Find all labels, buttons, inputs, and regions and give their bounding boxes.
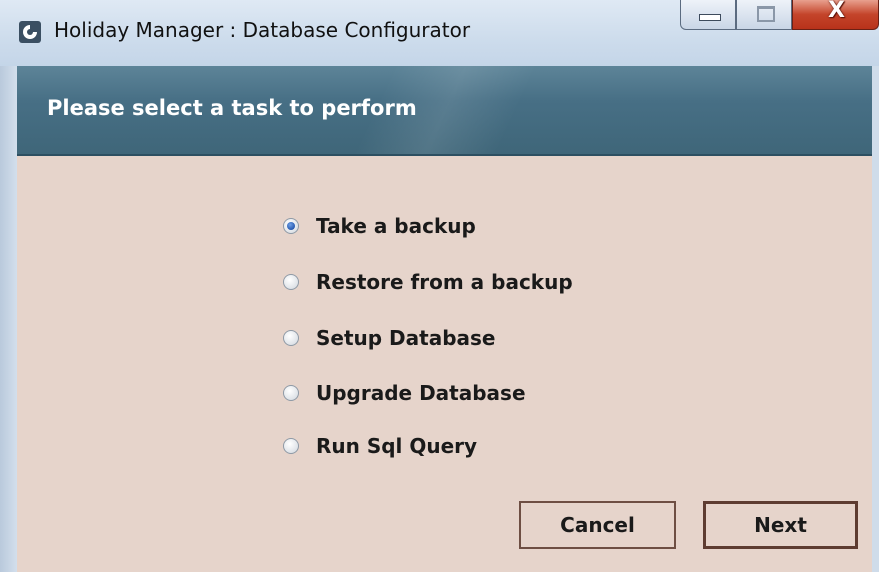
option-run-sql-query[interactable]: Run Sql Query xyxy=(283,432,477,460)
option-restore-backup[interactable]: Restore from a backup xyxy=(283,268,573,296)
cancel-button[interactable]: Cancel xyxy=(519,501,676,549)
minimize-button[interactable] xyxy=(680,0,736,30)
window-frame-right xyxy=(872,66,879,572)
next-button[interactable]: Next xyxy=(703,501,858,549)
maximize-icon xyxy=(757,6,775,22)
option-take-backup[interactable]: Take a backup xyxy=(283,212,476,240)
option-label: Setup Database xyxy=(316,326,496,350)
minimize-icon xyxy=(699,14,721,21)
page-title: Please select a task to perform xyxy=(47,96,417,120)
option-label: Upgrade Database xyxy=(316,381,526,405)
maximize-button[interactable] xyxy=(736,0,792,30)
radio-button[interactable] xyxy=(283,218,299,234)
task-panel: Take a backup Restore from a backup Setu… xyxy=(17,156,872,572)
option-label: Restore from a backup xyxy=(316,270,573,294)
radio-button[interactable] xyxy=(283,438,299,454)
app-logo-icon xyxy=(19,21,41,43)
option-label: Take a backup xyxy=(316,214,476,238)
radio-button[interactable] xyxy=(283,274,299,290)
radio-button[interactable] xyxy=(283,330,299,346)
configurator-window: Holiday Manager : Database Configurator … xyxy=(0,0,879,572)
close-button[interactable]: X xyxy=(792,0,879,30)
radio-button[interactable] xyxy=(283,385,299,401)
option-label: Run Sql Query xyxy=(316,434,478,458)
title-bar[interactable]: Holiday Manager : Database Configurator … xyxy=(0,0,879,67)
close-icon: X xyxy=(828,0,845,23)
option-upgrade-database[interactable]: Upgrade Database xyxy=(283,379,526,407)
window-title: Holiday Manager : Database Configurator xyxy=(54,18,471,42)
window-frame-left xyxy=(0,66,17,572)
header-banner: Please select a task to perform xyxy=(17,66,872,156)
option-setup-database[interactable]: Setup Database xyxy=(283,324,495,352)
